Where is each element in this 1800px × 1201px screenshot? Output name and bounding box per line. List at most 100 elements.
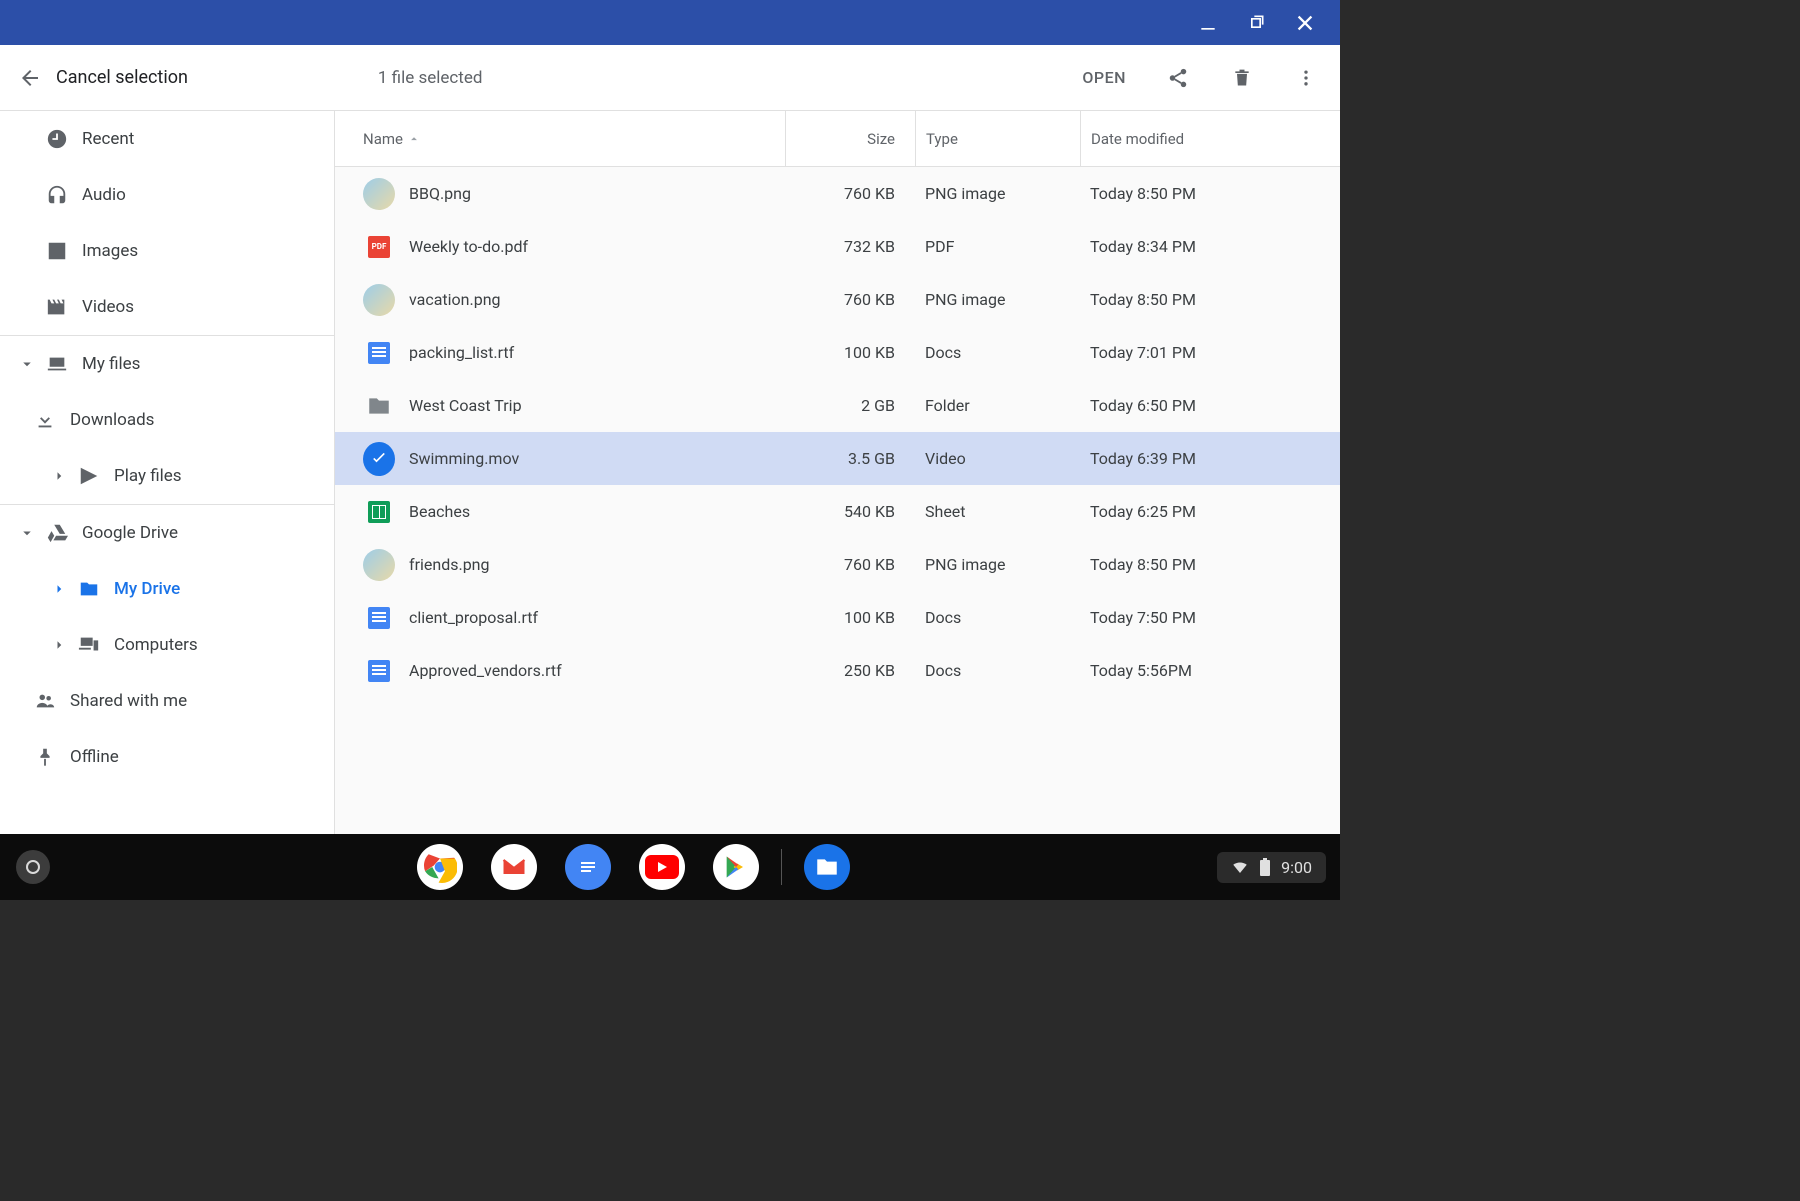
window-titlebar [0, 0, 1340, 45]
file-type: Video [915, 449, 1080, 468]
file-name: BBQ.png [409, 184, 785, 203]
folder-drive-icon [78, 578, 100, 600]
sidebar-item-videos[interactable]: Videos [0, 279, 334, 335]
column-size[interactable]: Size [785, 111, 915, 166]
file-type: Sheet [915, 502, 1080, 521]
file-name: Beaches [409, 502, 785, 521]
file-row[interactable]: Approved_vendors.rtf250 KBDocsToday 5:56… [335, 644, 1340, 697]
chevron-right-icon [48, 634, 70, 656]
shelf: 9:00 [0, 834, 1340, 900]
sidebar-item-computers[interactable]: Computers [0, 617, 334, 673]
sidebar-item-audio[interactable]: Audio [0, 167, 334, 223]
minimize-icon[interactable] [1198, 13, 1218, 33]
open-button[interactable]: OPEN [1082, 68, 1126, 87]
file-date: Today 8:50 PM [1080, 555, 1340, 574]
chrome-icon[interactable] [417, 844, 463, 890]
file-date: Today 8:34 PM [1080, 237, 1340, 256]
file-row[interactable]: vacation.png760 KBPNG imageToday 8:50 PM [335, 273, 1340, 326]
sidebar: Recent Audio Images Videos My files [0, 111, 335, 900]
file-type: PNG image [915, 184, 1080, 203]
docs-icon [363, 337, 395, 369]
file-size: 760 KB [785, 555, 915, 574]
image-thumbnail-icon [363, 178, 395, 210]
laptop-icon [46, 353, 68, 375]
selected-check-icon [363, 443, 395, 475]
file-size: 732 KB [785, 237, 915, 256]
sidebar-item-recent[interactable]: Recent [0, 111, 334, 167]
gmail-icon[interactable] [491, 844, 537, 890]
delete-icon[interactable] [1230, 66, 1254, 90]
file-name: packing_list.rtf [409, 343, 785, 362]
chevron-right-icon [48, 465, 70, 487]
file-name: friends.png [409, 555, 785, 574]
back-arrow-icon[interactable] [18, 66, 42, 90]
movie-icon [46, 296, 68, 318]
file-date: Today 8:50 PM [1080, 184, 1340, 203]
file-date: Today 5:56PM [1080, 661, 1340, 680]
file-date: Today 7:50 PM [1080, 608, 1340, 627]
chevron-right-icon [48, 578, 70, 600]
file-type: PNG image [915, 555, 1080, 574]
column-type[interactable]: Type [915, 111, 1080, 166]
file-list: Name Size Type Date modified BBQ.png760 … [335, 111, 1340, 900]
restore-icon[interactable] [1246, 13, 1266, 33]
file-row[interactable]: Beaches540 KBSheetToday 6:25 PM [335, 485, 1340, 538]
file-row[interactable]: client_proposal.rtf100 KBDocsToday 7:50 … [335, 591, 1340, 644]
column-name[interactable]: Name [363, 130, 785, 148]
column-date[interactable]: Date modified [1080, 111, 1340, 166]
download-icon [34, 409, 56, 431]
launcher-button[interactable] [16, 850, 50, 884]
file-row[interactable]: BBQ.png760 KBPNG imageToday 8:50 PM [335, 167, 1340, 220]
file-name: Approved_vendors.rtf [409, 661, 785, 680]
shelf-apps [50, 844, 1217, 890]
file-name: vacation.png [409, 290, 785, 309]
status-tray[interactable]: 9:00 [1217, 852, 1326, 883]
file-name: West Coast Trip [409, 396, 785, 415]
sidebar-item-my-drive[interactable]: My Drive [0, 561, 334, 617]
file-row[interactable]: friends.png760 KBPNG imageToday 8:50 PM [335, 538, 1340, 591]
file-row[interactable]: PDFWeekly to-do.pdf732 KBPDFToday 8:34 P… [335, 220, 1340, 273]
sidebar-item-play-files[interactable]: Play files [0, 448, 334, 504]
file-name: Swimming.mov [409, 449, 785, 468]
more-icon[interactable] [1294, 66, 1318, 90]
play-store-icon[interactable] [713, 844, 759, 890]
chevron-down-icon [16, 522, 38, 544]
file-size: 100 KB [785, 343, 915, 362]
share-icon[interactable] [1166, 66, 1190, 90]
image-icon [46, 240, 68, 262]
drive-icon [46, 522, 68, 544]
file-size: 540 KB [785, 502, 915, 521]
docs-icon [363, 655, 395, 687]
close-icon[interactable] [1294, 12, 1316, 34]
shelf-divider [781, 849, 782, 885]
sidebar-item-google-drive[interactable]: Google Drive [0, 505, 334, 561]
file-row[interactable]: Swimming.mov3.5 GBVideoToday 6:39 PM [335, 432, 1340, 485]
sidebar-item-shared[interactable]: Shared with me [0, 673, 334, 729]
image-thumbnail-icon [363, 549, 395, 581]
sort-asc-icon [407, 132, 421, 146]
toolbar: Cancel selection 1 file selected OPEN [0, 45, 1340, 111]
file-name: Weekly to-do.pdf [409, 237, 785, 256]
file-row[interactable]: packing_list.rtf100 KBDocsToday 7:01 PM [335, 326, 1340, 379]
file-row[interactable]: West Coast Trip2 GBFolderToday 6:50 PM [335, 379, 1340, 432]
folder-icon [363, 390, 395, 422]
chevron-down-icon [16, 353, 38, 375]
pin-icon [34, 746, 56, 768]
pdf-icon: PDF [363, 231, 395, 263]
file-date: Today 7:01 PM [1080, 343, 1340, 362]
sidebar-item-offline[interactable]: Offline [0, 729, 334, 785]
sidebar-item-images[interactable]: Images [0, 223, 334, 279]
column-headers: Name Size Type Date modified [335, 111, 1340, 167]
sheet-icon [363, 496, 395, 528]
clock-icon [46, 128, 68, 150]
cancel-selection-label[interactable]: Cancel selection [56, 67, 188, 88]
youtube-icon[interactable] [639, 844, 685, 890]
play-icon [78, 465, 100, 487]
file-name: client_proposal.rtf [409, 608, 785, 627]
file-size: 2 GB [785, 396, 915, 415]
clock-label: 9:00 [1281, 858, 1312, 877]
docs-icon[interactable] [565, 844, 611, 890]
sidebar-item-my-files[interactable]: My files [0, 336, 334, 392]
sidebar-item-downloads[interactable]: Downloads [0, 392, 334, 448]
files-icon[interactable] [804, 844, 850, 890]
